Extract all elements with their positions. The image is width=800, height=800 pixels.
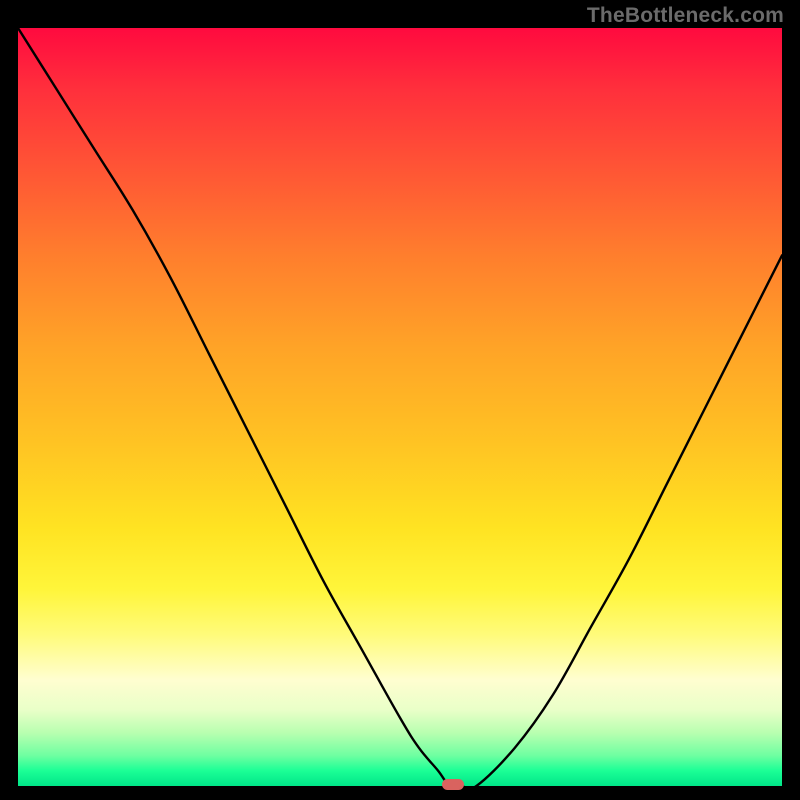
bottleneck-curve bbox=[18, 28, 782, 786]
chart-frame: TheBottleneck.com bbox=[0, 0, 800, 800]
plot-area bbox=[18, 28, 782, 786]
curve-svg bbox=[18, 28, 782, 786]
optimal-marker bbox=[442, 779, 464, 790]
watermark-text: TheBottleneck.com bbox=[587, 4, 784, 28]
